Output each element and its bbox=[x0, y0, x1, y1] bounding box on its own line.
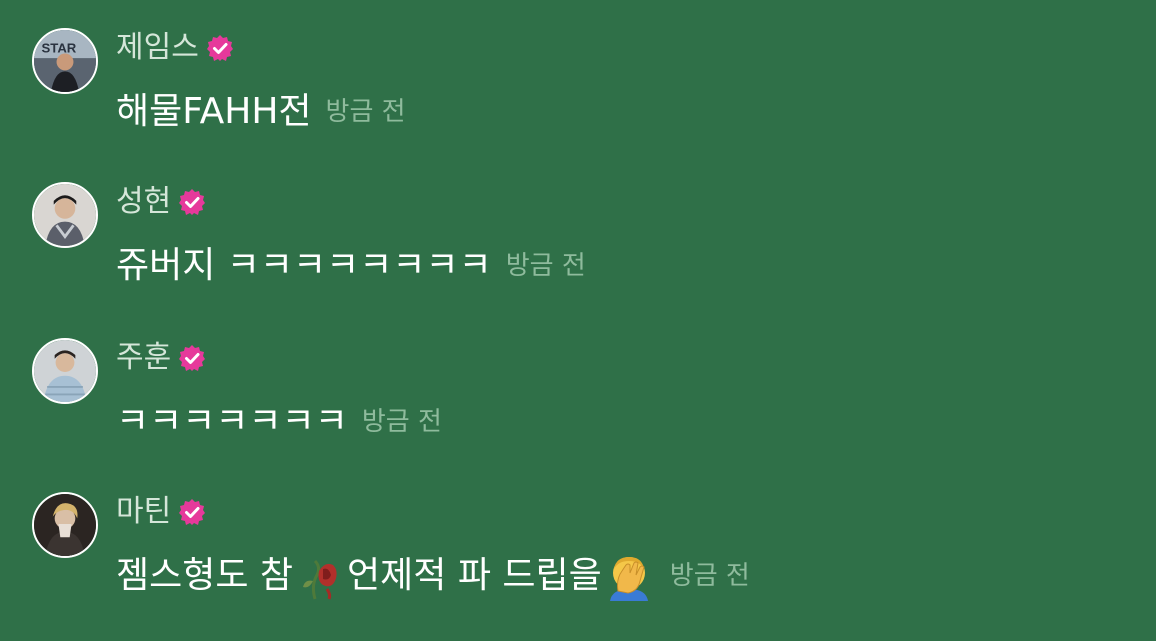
timestamp: 방금 전 bbox=[505, 251, 586, 281]
author-name[interactable]: 마틴 bbox=[116, 492, 171, 532]
comment-text: 쥬버지 ㅋㅋㅋㅋㅋㅋㅋㅋ bbox=[116, 245, 492, 286]
comment-text: ㅋㅋㅋㅋㅋㅋㅋ bbox=[116, 401, 348, 442]
verified-badge-icon bbox=[205, 33, 235, 63]
comment-item: 주훈 ㅋㅋㅋㅋㅋㅋㅋ 방금 전 bbox=[32, 338, 1132, 458]
comment-item: 성현 쥬버지 ㅋㅋㅋㅋㅋㅋㅋㅋ 방금 전 bbox=[32, 182, 1132, 302]
comment-feed: STAR 제임스 해물FAHH전 방금 전 성현 쥬버지 ㅋㅋㅋㅋㅋㅋㅋㅋ 방금… bbox=[0, 0, 1156, 641]
verified-badge-icon bbox=[177, 497, 207, 527]
face-palm-icon bbox=[604, 551, 654, 601]
avatar-image bbox=[34, 184, 96, 246]
wilted-flower-icon bbox=[295, 551, 345, 601]
avatar[interactable]: STAR bbox=[32, 28, 98, 94]
avatar[interactable] bbox=[32, 338, 98, 404]
comment-text-part-2: 언제적 파 드립을 bbox=[347, 555, 602, 596]
verified-badge-icon bbox=[177, 187, 207, 217]
comment-item: 마틴 젬스형도 참 언제적 파 드립을 방금 전 bbox=[32, 492, 1132, 612]
avatar-image bbox=[34, 494, 96, 556]
author-name[interactable]: 제임스 bbox=[116, 28, 199, 68]
svg-text:STAR: STAR bbox=[42, 41, 77, 56]
author-name[interactable]: 성현 bbox=[116, 182, 171, 222]
comment-text: 해물FAHH전 bbox=[116, 91, 312, 132]
timestamp: 방금 전 bbox=[361, 407, 442, 437]
verified-badge-icon bbox=[177, 343, 207, 373]
comment-text-part-1: 젬스형도 참 bbox=[116, 555, 294, 596]
comment-item: STAR 제임스 해물FAHH전 방금 전 bbox=[32, 28, 1132, 148]
avatar[interactable] bbox=[32, 492, 98, 558]
avatar-image bbox=[34, 340, 96, 402]
avatar-image: STAR bbox=[34, 30, 96, 92]
timestamp: 방금 전 bbox=[669, 561, 750, 591]
timestamp: 방금 전 bbox=[325, 97, 406, 127]
avatar[interactable] bbox=[32, 182, 98, 248]
author-name[interactable]: 주훈 bbox=[116, 338, 171, 378]
